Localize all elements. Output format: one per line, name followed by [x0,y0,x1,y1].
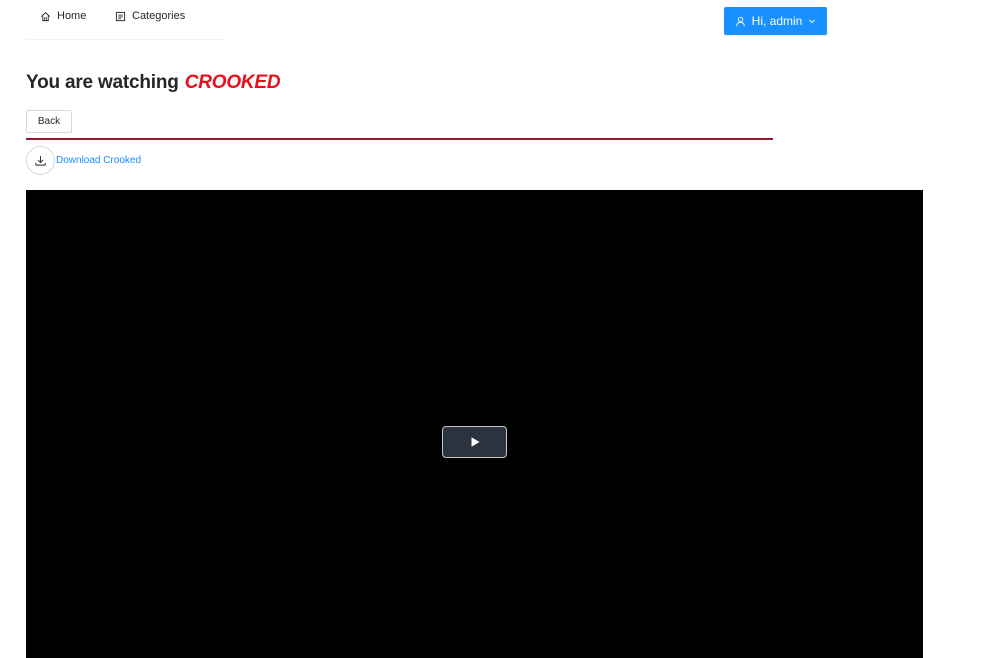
download-link[interactable]: Download Crooked [26,146,141,175]
download-button[interactable] [26,146,55,175]
back-button[interactable]: Back [26,110,72,133]
download-icon [35,155,46,166]
user-menu-button[interactable]: Hi, admin [724,7,827,35]
play-button[interactable] [442,426,507,458]
home-icon [39,10,51,22]
top-nav: Home Categories [26,0,226,40]
movie-title: CROOKED [184,72,281,93]
divider [26,138,773,140]
nav-item-label: Home [57,10,87,22]
play-icon [471,437,479,447]
page-title: You are watching CROOKED [26,72,281,94]
nav-item-home[interactable]: Home [39,9,86,23]
categories-icon [114,10,126,22]
user-icon [735,15,747,27]
user-menu-label: Hi, admin [751,14,803,28]
chevron-down-icon [808,17,816,25]
video-player[interactable] [26,190,923,658]
nav-item-label: Categories [132,10,186,22]
page-title-prefix: You are watching [26,72,179,93]
nav-item-categories[interactable]: Categories [114,9,185,23]
download-label[interactable]: Download Crooked [56,155,141,166]
